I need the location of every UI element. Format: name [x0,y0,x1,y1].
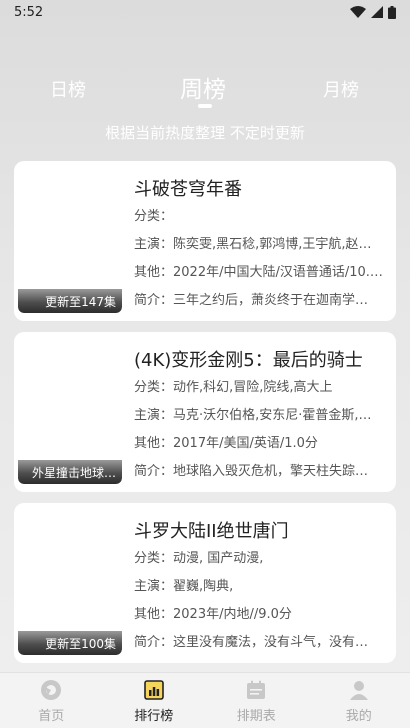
card-cast: 主演：翟巍,陶典, [134,579,234,594]
ranking-tabs: 日榜 周榜 月榜 [0,70,410,106]
card-other: 其他：2017年/美国/英语/1.0分 [134,436,318,451]
tab-daily[interactable]: 日榜 [50,76,86,102]
card-category: 分类：动作,科幻,冒险,院线,高大上 [134,380,333,395]
card-category: 分类： [134,209,174,224]
tab-monthly[interactable]: 月榜 [323,76,359,102]
status-bar: 5:52 [0,0,410,24]
update-badge: 更新至100集 [18,631,122,655]
wifi-icon [350,6,366,18]
card-cast: 主演：马克·沃尔伯格,安东尼·霍普金斯,… [134,408,372,423]
update-badge: 外星撞击地球… [18,460,122,484]
ranking-card[interactable]: 外星撞击地球… (4K)变形金刚5：最后的骑士 分类：动作,科幻,冒险,院线,高… [14,332,396,492]
tab-indicator [198,104,212,108]
card-intro: 简介：地球陷入毁灭危机，擎天柱失踪… [134,464,369,479]
card-title: 斗罗大陆II绝世唐门 [134,521,289,542]
user-icon [349,680,368,700]
nav-ranking-label: 排行榜 [134,708,174,724]
poster-image[interactable]: 更新至147集 [18,167,122,313]
card-category: 分类：动漫, 国产动漫, [134,551,264,566]
poster-image[interactable]: 更新至100集 [18,509,122,655]
ranking-card[interactable]: 更新至147集 斗破苍穹年番 分类： 主演：陈奕雯,黑石稔,郭鸿博,王宇航,赵…… [14,161,396,321]
battery-icon [388,5,396,19]
ranking-card[interactable]: 更新至100集 斗罗大陆II绝世唐门 分类：动漫, 国产动漫, 主演：翟巍,陶典… [14,503,396,663]
nav-schedule-label: 排期表 [236,708,276,724]
card-other: 其他：2022年/中国大陆/汉语普通话/10.… [134,265,383,280]
nav-home-label: 首页 [38,708,65,724]
calendar-icon [247,680,266,699]
ranking-subtitle: 根据当前热度整理 不定时更新 [105,124,305,142]
nav-home[interactable]: 首页 [16,678,86,724]
update-badge: 更新至147集 [18,289,122,313]
status-time: 5:52 [14,4,44,20]
card-title: (4K)变形金刚5：最后的骑士 [134,350,363,371]
card-intro: 简介：这里没有魔法，没有斗气，没有… [134,635,369,650]
card-intro: 简介：三年之约后，萧炎终于在迦南学… [134,293,369,308]
card-title: 斗破苍穹年番 [134,179,242,200]
nav-mine-label: 我的 [345,708,372,724]
ranking-icon [143,679,164,700]
home-icon [41,679,62,700]
status-icons [350,5,396,19]
card-other: 其他：2023年/内地//9.0分 [134,607,292,622]
card-cast: 主演：陈奕雯,黑石稔,郭鸿博,王宇航,赵… [134,237,372,252]
nav-ranking[interactable]: 排行榜 [119,678,189,724]
poster-image[interactable]: 外星撞击地球… [18,338,122,484]
nav-schedule[interactable]: 排期表 [221,678,291,724]
tab-weekly[interactable]: 周榜 [180,70,226,104]
bottom-nav: 首页 排行榜 排期表 我的 [0,672,410,728]
signal-icon [371,6,383,18]
nav-mine[interactable]: 我的 [324,678,394,724]
